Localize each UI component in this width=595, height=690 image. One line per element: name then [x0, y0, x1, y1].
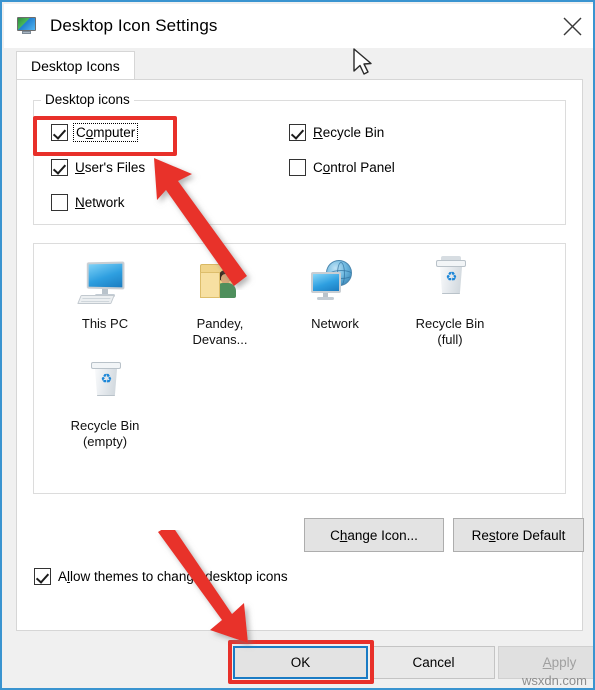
icon-preview-pane: This PC Pandey, Devans... Network ♻ Recy…	[33, 243, 566, 494]
tab-panel-desktop-icons: Desktop icons Computer User's Files Netw…	[16, 79, 584, 631]
title-bar: Desktop Icon Settings	[4, 4, 593, 48]
restore-default-button[interactable]: Restore Default	[453, 518, 584, 552]
preview-caption-2: (empty)	[82, 434, 128, 449]
ok-label: OK	[290, 655, 311, 670]
preview-item-user-folder[interactable]: Pandey, Devans...	[162, 258, 278, 348]
ok-button[interactable]: OK	[233, 646, 368, 679]
checkbox-allow-themes-box[interactable]	[34, 568, 51, 585]
recycle-bin-empty-icon: ♻	[77, 360, 133, 412]
checkbox-control-panel[interactable]: Control Panel	[289, 159, 395, 176]
preview-caption: Pandey,	[196, 316, 244, 331]
watermark: wsxdn.com	[521, 673, 587, 688]
cancel-button[interactable]: Cancel	[372, 646, 495, 679]
checkbox-network[interactable]: Network	[51, 194, 125, 211]
tab-strip: Desktop Icons	[4, 48, 593, 80]
checkbox-users-files-label: User's Files	[75, 160, 146, 175]
checkbox-computer[interactable]: Computer	[51, 123, 139, 142]
checkbox-users-files-box[interactable]	[51, 159, 68, 176]
checkbox-computer-box[interactable]	[51, 124, 68, 141]
recycle-bin-full-icon: ♻	[422, 256, 478, 310]
desktop-icons-group-label: Desktop icons	[41, 92, 134, 107]
preview-item-recycle-bin-full[interactable]: ♻ Recycle Bin (full)	[392, 256, 508, 348]
checkbox-network-label: Network	[75, 195, 125, 210]
checkbox-network-box[interactable]	[51, 194, 68, 211]
preview-caption: Recycle Bin	[70, 418, 140, 433]
cancel-label: Cancel	[412, 655, 455, 670]
preview-caption: Network	[311, 316, 359, 331]
restore-default-label: Restore Default	[471, 527, 566, 543]
tab-label: Desktop Icons	[31, 58, 120, 74]
checkbox-users-files[interactable]: User's Files	[51, 159, 145, 176]
monitor-icon	[16, 16, 38, 36]
preview-item-recycle-bin-empty[interactable]: ♻ Recycle Bin (empty)	[47, 360, 163, 450]
preview-caption-2: (full)	[437, 332, 463, 347]
preview-item-this-pc[interactable]: This PC	[47, 258, 163, 332]
close-icon[interactable]	[549, 4, 593, 48]
checkbox-computer-label: Computer	[72, 123, 139, 142]
preview-caption-2: Devans...	[192, 332, 248, 347]
preview-caption: Recycle Bin	[415, 316, 485, 331]
checkbox-recycle-bin-label: Recycle Bin	[313, 125, 385, 140]
checkbox-control-panel-box[interactable]	[289, 159, 306, 176]
monitor-icon	[77, 258, 133, 310]
window-title: Desktop Icon Settings	[50, 16, 218, 35]
user-folder-icon	[192, 258, 248, 310]
change-icon-label: Change Icon...	[330, 527, 418, 543]
checkbox-control-panel-label: Control Panel	[313, 160, 395, 175]
network-globe-icon	[307, 258, 363, 310]
dialog-footer: OK Cancel Apply	[4, 633, 593, 688]
checkbox-recycle-bin[interactable]: Recycle Bin	[289, 124, 384, 141]
checkbox-recycle-bin-box[interactable]	[289, 124, 306, 141]
checkbox-allow-themes-label: Allow themes to change desktop icons	[58, 569, 288, 584]
apply-label: Apply	[542, 655, 577, 670]
tab-desktop-icons[interactable]: Desktop Icons	[16, 51, 135, 80]
desktop-icon-settings-window: Desktop Icon Settings Desktop Icons Desk…	[0, 0, 595, 690]
preview-item-network[interactable]: Network	[277, 258, 393, 332]
change-icon-button[interactable]: Change Icon...	[304, 518, 444, 552]
preview-caption: This PC	[81, 316, 129, 331]
checkbox-allow-themes[interactable]: Allow themes to change desktop icons	[34, 568, 288, 585]
